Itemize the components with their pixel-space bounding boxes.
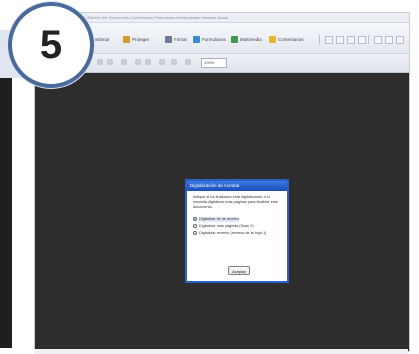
- radio-selected-icon[interactable]: [193, 217, 197, 221]
- toolbar-separator: [319, 35, 320, 44]
- hand-tool-icon[interactable]: [336, 36, 344, 44]
- first-page-icon[interactable]: [121, 59, 127, 65]
- toolbar-comments-button[interactable]: Comentarios: [269, 33, 304, 45]
- toolbar-separator: [368, 35, 369, 44]
- radio-icon[interactable]: [193, 231, 197, 235]
- option-scan-more-pages[interactable]: Digitalizar más páginas (Scan 2): [193, 223, 281, 229]
- forms-icon: [193, 35, 200, 43]
- toolbar-label: Formularios: [202, 36, 226, 42]
- zoom-out-icon[interactable]: [135, 59, 141, 65]
- toolbar-label: Comentarios: [278, 36, 304, 42]
- toolbar-sign-button[interactable]: Firmar: [165, 33, 187, 45]
- fit-width-icon[interactable]: [171, 59, 177, 65]
- toolbar-forms-button[interactable]: Formularios: [193, 33, 226, 45]
- background-window-dark-edge: [0, 78, 12, 348]
- stamp-tool-icon[interactable]: [396, 36, 404, 44]
- toolbar-label: Proteger: [132, 36, 150, 42]
- screenshot-frame: Archivo Edición Ver Documento Comentario…: [0, 0, 419, 354]
- window-bottom-edge: [34, 349, 408, 354]
- dialog-body: Indique si ha finalizado esta digitaliza…: [187, 191, 287, 240]
- radio-icon[interactable]: [193, 224, 197, 228]
- step-number-badge: 5: [8, 2, 94, 88]
- menu-bar-text: Archivo Edición Ver Documento Comentario…: [73, 15, 229, 20]
- pen-icon: [165, 35, 172, 43]
- option-scan-finished[interactable]: Digitalizar fin de archivo: [193, 216, 281, 222]
- lock-icon: [123, 35, 130, 43]
- acrobat-window: Archivo Edición Ver Documento Comentario…: [34, 12, 410, 352]
- select-tool-icon[interactable]: [325, 36, 333, 44]
- zoom-in-icon[interactable]: [145, 59, 151, 65]
- snapshot-tool-icon[interactable]: [358, 36, 366, 44]
- toolbar-multimedia-button[interactable]: Multimedia: [231, 33, 262, 45]
- zoom-input[interactable]: 100%: [201, 58, 227, 68]
- fit-page-icon[interactable]: [159, 59, 165, 65]
- scan-dialog: Digitalización de Acrobat Indique si ha …: [185, 179, 289, 283]
- dialog-title: Digitalización de Acrobat: [187, 181, 287, 191]
- toolbar-protect-button[interactable]: Proteger: [123, 33, 149, 45]
- dialog-message: Indique si ha finalizado esta digitaliza…: [193, 195, 278, 209]
- zoom-tool-icon[interactable]: [347, 36, 355, 44]
- previous-page-icon[interactable]: [97, 59, 103, 65]
- option-scan-reverse[interactable]: Digitalizar reverso (reverso de la hoja …: [193, 230, 281, 236]
- option-label: Digitalizar más páginas (Scan 2): [199, 223, 254, 228]
- document-workspace: Digitalización de Acrobat Indique si ha …: [35, 73, 409, 351]
- toolbar-label: Firmar: [174, 36, 187, 42]
- comment-icon: [269, 35, 276, 43]
- rotate-icon[interactable]: [185, 59, 191, 65]
- multimedia-icon: [231, 35, 238, 43]
- option-label: Digitalizar fin de archivo: [199, 216, 240, 222]
- step-number: 5: [39, 22, 63, 67]
- highlight-tool-icon[interactable]: [385, 36, 393, 44]
- menu-bar[interactable]: Archivo Edición Ver Documento Comentario…: [35, 13, 409, 23]
- note-tool-icon[interactable]: [374, 36, 382, 44]
- next-page-icon[interactable]: [107, 59, 113, 65]
- ok-button[interactable]: Aceptar: [228, 266, 250, 275]
- option-label: Digitalizar reverso (reverso de la hoja …: [199, 230, 267, 235]
- toolbar-label: Multimedia: [240, 36, 262, 42]
